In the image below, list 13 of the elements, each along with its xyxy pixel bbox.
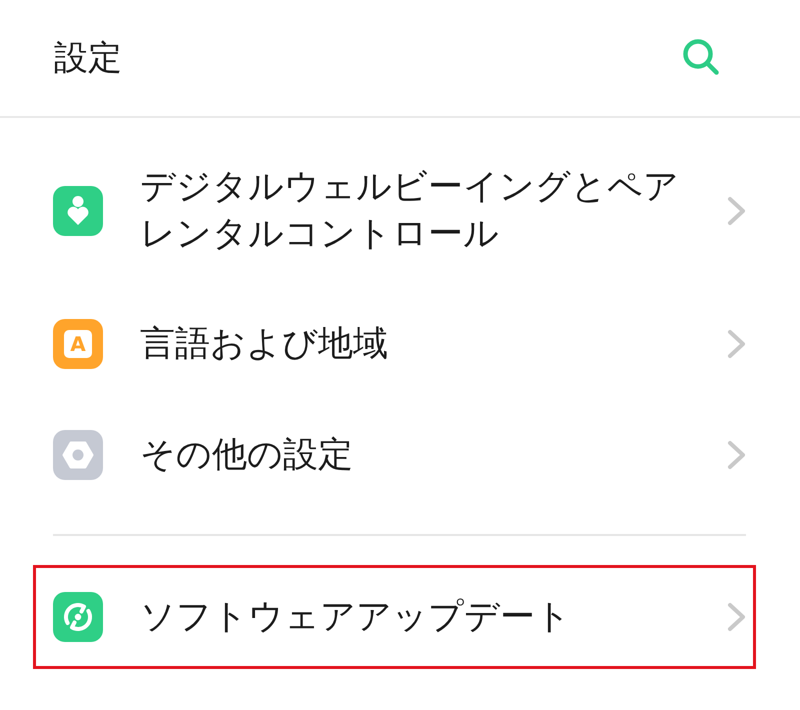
page-title: 設定 <box>54 38 122 78</box>
settings-item[interactable]: ソフトウェアアップデート <box>33 565 756 669</box>
chevron-icon <box>727 440 746 470</box>
letter-tile-icon: A <box>53 319 103 369</box>
hexagon-nut-icon <box>53 430 103 480</box>
settings-item[interactable]: その他の設定 <box>33 403 756 507</box>
chevron-icon <box>727 329 746 359</box>
circular-arrows-icon <box>53 592 103 642</box>
settings-item[interactable]: デジタルウェルビーイングとペアレンタルコントロール <box>33 137 756 285</box>
chevron-icon <box>727 602 746 632</box>
search-icon[interactable] <box>682 38 720 76</box>
settings-item[interactable]: A 言語および地域 <box>33 292 756 396</box>
chevron-icon <box>727 196 746 226</box>
